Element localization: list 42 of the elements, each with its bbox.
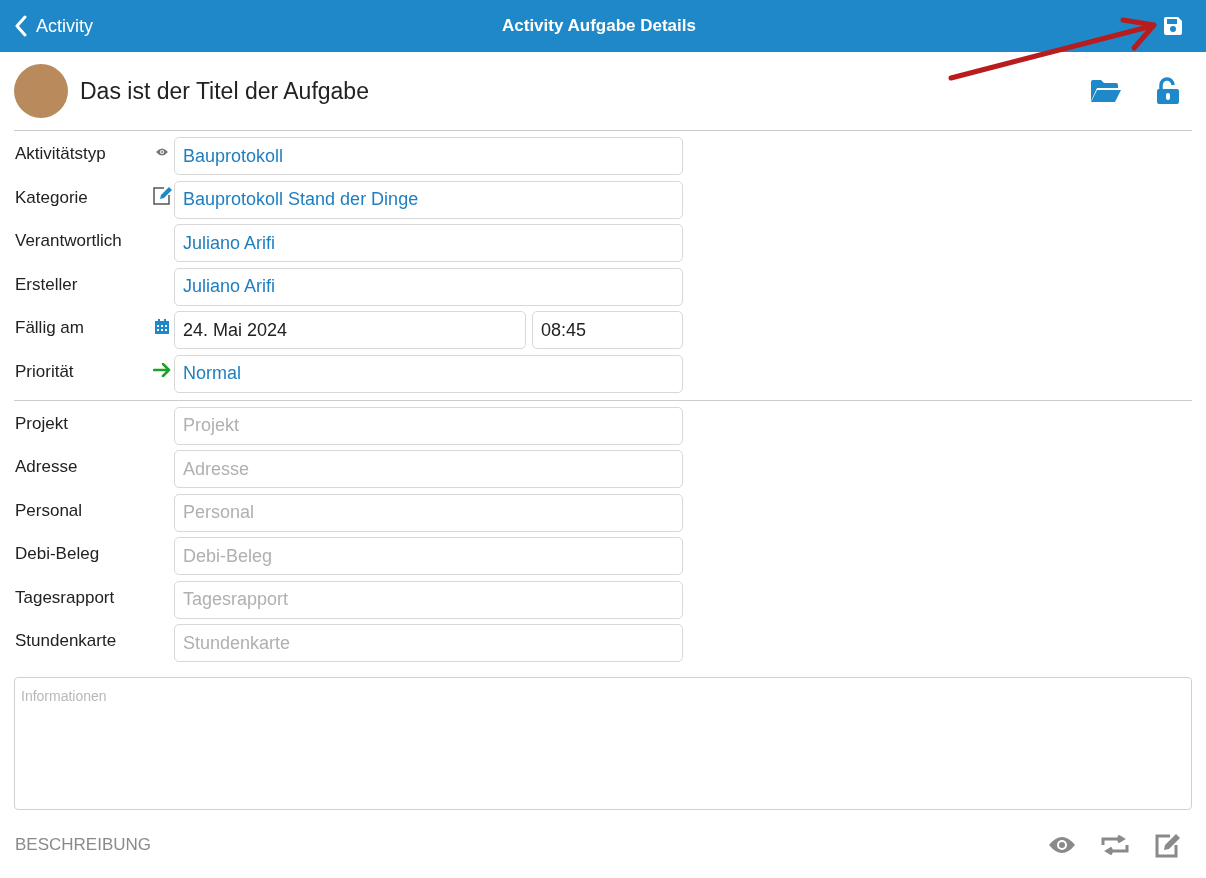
right-arrow-icon	[153, 362, 171, 377]
select-field[interactable]: Normal	[174, 354, 683, 393]
avatar	[14, 64, 68, 118]
eye-icon[interactable]	[1048, 836, 1076, 854]
field-label: Fällig am	[15, 318, 85, 338]
repeat-icon[interactable]	[1100, 835, 1130, 855]
edit-icon[interactable]	[1154, 832, 1182, 858]
field-label: Verantwortlich	[15, 231, 123, 251]
select-field[interactable]: Bauprotokoll	[174, 137, 683, 175]
field-label: Projekt	[15, 413, 69, 434]
date-field[interactable]: 24. Mai 2024	[174, 311, 526, 349]
field-label: Adresse	[15, 457, 79, 477]
input-field[interactable]: Stundenkarte	[174, 624, 683, 662]
field-label: Personal	[15, 500, 84, 521]
unlocked-padlock-icon[interactable]	[1156, 77, 1180, 105]
field-label: Stundenkarte	[15, 631, 118, 651]
save-icon[interactable]	[1162, 15, 1184, 37]
eye-icon	[156, 148, 168, 156]
input-field[interactable]: Adresse	[174, 450, 683, 488]
input-field[interactable]: Personal	[174, 493, 683, 532]
chevron-left-icon	[14, 15, 28, 37]
back-button[interactable]: Activity	[14, 15, 194, 37]
field-label: Kategorie	[15, 187, 89, 208]
calendar-icon	[155, 318, 169, 334]
screen-title: Activity Aufgabe Details	[501, 16, 697, 36]
field-label: Aktivitätstyp	[15, 144, 107, 164]
select-field[interactable]: Bauprotokoll Stand der Dinge	[174, 180, 683, 219]
select-field[interactable]: Juliano Arifi	[174, 224, 683, 262]
field-label: Tagesrapport	[15, 587, 116, 608]
task-title: Das ist der Titel der Aufgabe	[80, 77, 370, 105]
input-field[interactable]: Tagesrapport	[174, 580, 683, 619]
time-field[interactable]: 08:45	[532, 311, 683, 349]
folder-icon[interactable]	[1090, 79, 1122, 103]
select-field[interactable]: Juliano Arifi	[174, 267, 683, 306]
input-field[interactable]: Projekt	[174, 406, 683, 445]
field-label: Ersteller	[15, 274, 79, 295]
edit-icon	[152, 185, 172, 206]
section-label: BESCHREIBUNG	[15, 835, 153, 855]
information-field[interactable]: Informationen	[14, 677, 1192, 810]
field-label: Debi-Beleg	[15, 544, 101, 564]
input-field[interactable]: Debi-Beleg	[174, 537, 683, 575]
field-label: Priorität	[15, 361, 75, 382]
